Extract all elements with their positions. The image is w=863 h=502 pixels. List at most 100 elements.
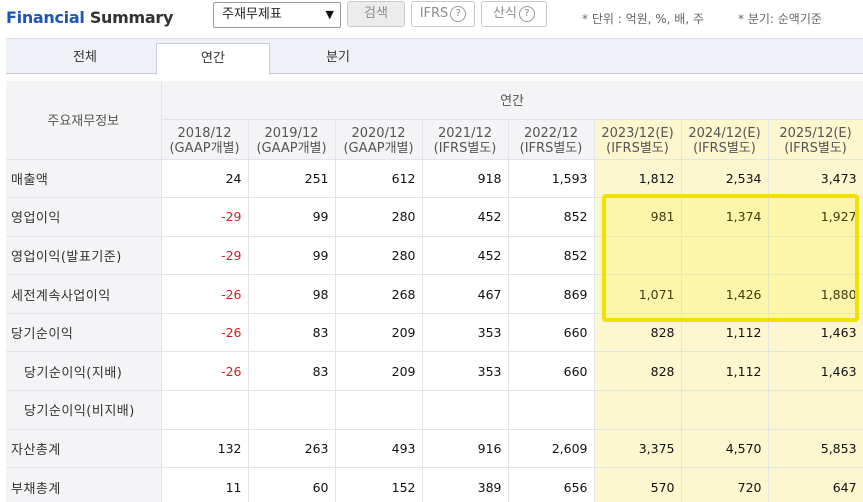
value-cell [335,390,423,430]
search-button[interactable]: 검색 [347,1,405,27]
column-basis: (IFRS별도) [519,140,583,156]
value-cell: 209 [335,351,423,392]
value-cell: 1,880 [768,274,863,314]
column-basis: (IFRS별도) [693,140,756,156]
value-cell: 3,473 [768,159,863,199]
value-cell: 280 [335,197,423,237]
table-row: 영업이익(발표기준) -29 99 280 452 852 [6,236,863,276]
value-cell: 467 [422,274,509,314]
column-header: 2023/12(E) (IFRS별도) [594,119,682,160]
column-period: 2022/12 [523,125,578,141]
value-cell: 1,426 [681,274,769,314]
table-row: 부채총계 11 60 152 389 656 570 720 647 [6,467,863,502]
value-cell: 612 [335,159,423,199]
value-cell: 353 [422,351,509,392]
column-basis: (GAAP개별) [343,140,414,156]
financial-summary-table: 주요재무정보 연간 2018/12 (GAAP개별) 2019/12 (GAAP개별)… [6,81,863,502]
value-cell: 268 [335,274,423,314]
tab-annual[interactable]: 연간 [156,43,270,75]
column-period: 2020/12 [351,125,406,141]
value-cell [681,390,769,430]
value-cell: 60 [248,467,336,502]
table-row: 당기순이익(지배) -26 83 209 353 660 828 1,112 1,463 [6,351,863,392]
value-cell: 656 [508,467,595,502]
column-header: 2019/12 (GAAP개별) [248,119,336,160]
column-basis: (IFRS별도) [784,140,847,156]
value-cell: 99 [248,236,336,276]
table-row: 세전계속사업이익 -26 98 268 467 869 1,071 1,426 1,880 [6,274,863,314]
column-header: 2024/12(E) (IFRS별도) [681,119,769,160]
column-basis: (GAAP개별) [256,140,327,156]
value-cell: -26 [161,274,249,314]
value-cell: 83 [248,351,336,392]
column-period: 2024/12(E) [688,125,761,141]
value-cell: 916 [422,429,509,469]
value-cell: 1,071 [594,274,682,314]
row-label[interactable]: 매출액 [6,159,162,199]
value-cell: 660 [508,313,595,353]
table-row: 당기순이익(비지배) [6,390,863,430]
value-cell: 1,463 [768,351,863,392]
row-label[interactable]: 당기순이익(비지배) [6,390,162,430]
column-period: 2018/12 [177,125,232,141]
value-cell: 263 [248,429,336,469]
value-cell: 2,609 [508,429,595,469]
row-label[interactable]: 당기순이익(지배) [6,351,162,392]
title-part2: Summary [89,8,174,27]
statement-type-select[interactable]: 주재무제표 ▼ [213,2,341,28]
statement-type-value: 주재무제표 [222,7,282,22]
value-cell: 828 [594,351,682,392]
value-cell: 852 [508,236,595,276]
row-label[interactable]: 세전계속사업이익 [6,274,162,314]
column-period: 2025/12(E) [779,125,852,141]
row-label[interactable]: 자산총계 [6,429,162,469]
value-cell: 209 [335,313,423,353]
value-cell: 1,374 [681,197,769,237]
financial-table-wrapper: 주요재무정보 연간 2018/12 (GAAP개별) 2019/12 (GAAP개별)… [6,81,863,502]
ifrs-label: IFRS [419,6,449,21]
value-cell: 1,112 [681,313,769,353]
value-cell: 5,853 [768,429,863,469]
tab-all[interactable]: 전체 [28,43,142,75]
column-header: 2018/12 (GAAP개별) [161,119,249,160]
table-row: 자산총계 132 263 493 916 2,609 3,375 4,570 5,853 [6,429,863,469]
tab-quarter[interactable]: 분기 [281,43,395,75]
row-label[interactable]: 부채총계 [6,467,162,502]
value-cell: 353 [422,313,509,353]
value-cell: 389 [422,467,509,502]
column-basis: (IFRS별도) [433,140,497,156]
value-cell: 83 [248,313,336,353]
column-header: 2025/12(E) (IFRS별도) [768,119,863,160]
value-cell: 98 [248,274,336,314]
column-header: 2021/12 (IFRS별도) [422,119,509,160]
value-cell: 452 [422,236,509,276]
row-label[interactable]: 영업이익 [6,197,162,237]
value-cell: 2,534 [681,159,769,199]
row-label[interactable]: 당기순이익 [6,313,162,353]
value-cell: -29 [161,236,249,276]
value-cell: 493 [335,429,423,469]
table-row: 매출액 24 251 612 918 1,593 1,812 2,534 3,473 [6,159,863,199]
value-cell: 918 [422,159,509,199]
row-label[interactable]: 영업이익(발표기준) [6,236,162,276]
ifrs-help-button[interactable]: IFRS? [411,1,475,27]
value-cell: 4,570 [681,429,769,469]
formula-label: 산식 [493,6,517,21]
value-cell: 152 [335,467,423,502]
value-cell [768,390,863,430]
value-cell [422,390,509,430]
value-cell: 3,375 [594,429,682,469]
value-cell [681,236,769,276]
value-cell: 280 [335,236,423,276]
value-cell [161,390,249,430]
table-row: 영업이익 -29 99 280 452 852 981 1,374 1,927 [6,197,863,237]
value-cell: 981 [594,197,682,237]
column-period: 2023/12(E) [601,125,674,141]
value-cell: -26 [161,351,249,392]
column-period: 2021/12 [437,125,492,141]
value-cell: 1,593 [508,159,595,199]
formula-help-button[interactable]: 산식? [481,1,547,27]
value-cell [508,390,595,430]
chevron-down-icon: ▼ [325,8,334,21]
period-tabs: 전체 연간 분기 [6,38,863,75]
